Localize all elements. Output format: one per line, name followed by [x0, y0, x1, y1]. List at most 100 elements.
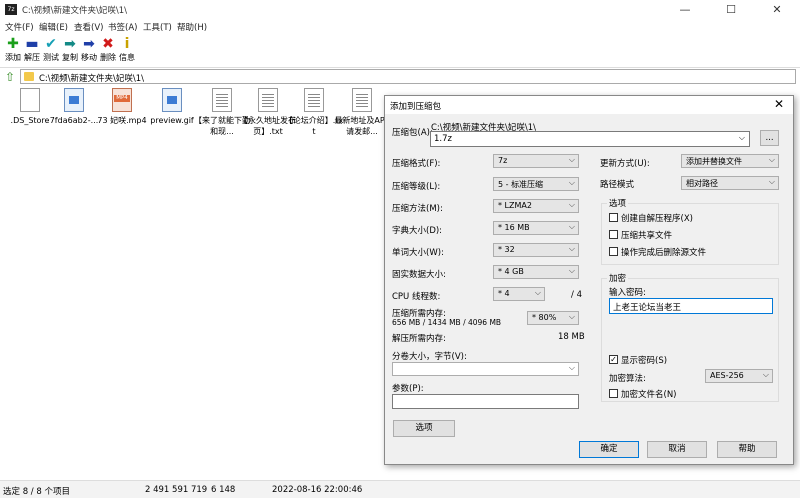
options-group-title: 选项 — [607, 197, 629, 209]
menu-bar: 文件(F) 编辑(E) 查看(V) 书签(A) 工具(T) 帮助(H) — [0, 20, 800, 34]
chevron-down-icon: ⌵ — [768, 177, 775, 186]
image-file-icon — [162, 88, 182, 112]
status-size: 2 491 591 719 — [145, 485, 208, 495]
dict-label: 字典大小(D): — [392, 226, 443, 236]
password-input[interactable]: 上老王论坛当老王 — [609, 298, 773, 314]
level-label: 压缩等级(L): — [392, 182, 441, 192]
menu-view[interactable]: 查看(V) — [74, 21, 103, 33]
up-folder-icon[interactable]: ⇧ — [3, 70, 17, 84]
dialog-close-icon[interactable]: ✕ — [770, 97, 788, 111]
chevron-down-icon: ⌵ — [568, 266, 575, 275]
level-select[interactable]: 5 - 标准压缩 ⌵ — [493, 177, 579, 191]
chevron-down-icon: ⌵ — [568, 363, 575, 372]
text-file-icon — [212, 88, 232, 112]
split-label: 分卷大小，字节(V): — [392, 352, 467, 362]
chevron-down-icon: ⌵ — [568, 312, 575, 321]
path-text: C:\视频\新建文件夹\妃咲\1\ — [39, 74, 145, 84]
show-password-label: 显示密码(S) — [621, 356, 668, 366]
password-label: 输入密码: — [609, 288, 646, 298]
text-file-icon — [304, 88, 324, 112]
toolbar-label: 信息 — [119, 53, 135, 62]
split-select[interactable]: ⌵ — [392, 362, 579, 376]
menu-tools[interactable]: 工具(T) — [143, 21, 172, 33]
word-label: 单词大小(W): — [392, 248, 444, 258]
dialog-title: 添加到压缩包 — [390, 102, 442, 112]
cpu-select[interactable]: * 4 ⌵ — [493, 287, 545, 301]
archive-label: 压缩包(A): — [392, 128, 433, 138]
sfx-label: 创建自解压程序(X) — [621, 214, 693, 224]
mem-decomp-value: 18 MB — [558, 332, 585, 342]
window-title: C:\视频\新建文件夹\妃咲\1\ — [22, 6, 128, 16]
encrypt-names-label: 加密文件名(N) — [621, 390, 677, 400]
options-button[interactable]: 选项 — [393, 420, 455, 437]
image-file-icon — [64, 88, 84, 112]
cpu-max: / 4 — [571, 290, 582, 300]
dict-select[interactable]: * 16 MB ⌵ — [493, 221, 579, 235]
sfx-checkbox[interactable] — [609, 213, 618, 222]
pathmode-select[interactable]: 相对路径 ⌵ — [681, 176, 779, 190]
title-bar: 7z C:\视频\新建文件夹\妃咲\1\ — ☐ ✕ — [0, 0, 800, 20]
text-file-icon — [258, 88, 278, 112]
mem-comp-detail: 656 MB / 1434 MB / 4096 MB — [392, 318, 502, 327]
file-item[interactable]: 最新地址及APP请发邮... — [332, 88, 392, 137]
chevron-down-icon: ⌵ — [568, 244, 575, 253]
method-select[interactable]: * LZMA2 ⌵ — [493, 199, 579, 213]
info-button[interactable]: i 信息 — [116, 36, 138, 63]
info-icon: i — [124, 36, 130, 52]
text-file-icon — [352, 88, 372, 112]
params-input[interactable] — [392, 394, 579, 409]
update-select[interactable]: 添加并替换文件 ⌵ — [681, 154, 779, 168]
file-name: 最新地址及APP请发邮... — [334, 116, 390, 136]
format-label: 压缩格式(F): — [392, 159, 441, 169]
folder-icon — [24, 72, 34, 81]
encrypt-names-checkbox[interactable] — [609, 389, 618, 398]
shared-label: 压缩共享文件 — [621, 231, 673, 241]
enc-method-select[interactable]: AES-256 ⌵ — [705, 369, 773, 383]
chevron-down-icon: ⌵ — [738, 133, 745, 142]
toolbar: ✚ 添加 ▬ 解压 ✔ 测试 ➡ 复制 ➡ 移动 ✖ 删除 i 信息 — [0, 34, 800, 66]
app-icon: 7z — [5, 4, 17, 15]
mem-percent-select[interactable]: * 80% ⌵ — [527, 311, 579, 325]
solid-select[interactable]: * 4 GB ⌵ — [493, 265, 579, 279]
method-label: 压缩方法(M): — [392, 204, 443, 214]
delete-source-checkbox[interactable] — [609, 247, 618, 256]
shared-checkbox[interactable] — [609, 230, 618, 239]
chevron-down-icon: ⌵ — [568, 200, 575, 209]
chevron-down-icon: ⌵ — [762, 370, 769, 379]
add-to-archive-dialog: 添加到压缩包 ✕ 压缩包(A): C:\视频\新建文件夹\妃咲\1\ 1.7z … — [384, 95, 794, 465]
menu-file[interactable]: 文件(F) — [5, 21, 34, 33]
status-selection: 选定 8 / 8 个项目 — [3, 487, 70, 497]
enc-method-label: 加密算法: — [609, 374, 646, 384]
menu-bookmarks[interactable]: 书签(A) — [108, 21, 137, 33]
ok-button[interactable]: 确定 — [579, 441, 639, 458]
menu-edit[interactable]: 编辑(E) — [39, 21, 68, 33]
file-icon — [20, 88, 40, 112]
cancel-button[interactable]: 取消 — [647, 441, 707, 458]
minimize-button[interactable]: — — [662, 0, 708, 20]
cpu-label: CPU 线程数: — [392, 292, 441, 302]
menu-help[interactable]: 帮助(H) — [177, 21, 207, 33]
maximize-button[interactable]: ☐ — [708, 0, 754, 20]
delete-source-label: 操作完成后删除源文件 — [621, 248, 707, 258]
format-select[interactable]: 7z ⌵ — [493, 154, 579, 168]
status-packed: 6 148 — [211, 485, 236, 495]
solid-label: 固实数据大小: — [392, 270, 446, 280]
chevron-down-icon: ⌵ — [568, 178, 575, 187]
status-bar: 选定 8 / 8 个项目 2 491 591 719 6 148 2022-08… — [0, 480, 800, 498]
browse-button[interactable]: ... — [760, 130, 779, 146]
encryption-group-title: 加密 — [607, 272, 629, 284]
path-input[interactable]: C:\视频\新建文件夹\妃咲\1\ — [20, 69, 796, 84]
archive-name-input[interactable]: 1.7z ⌵ — [430, 131, 750, 147]
chevron-down-icon: ⌵ — [568, 222, 575, 231]
status-modified: 2022-08-16 22:00:46 — [272, 485, 363, 495]
dialog-title-bar: 添加到压缩包 ✕ — [385, 96, 793, 114]
word-select[interactable]: * 32 ⌵ — [493, 243, 579, 257]
update-label: 更新方式(U): — [600, 159, 650, 169]
show-password-checkbox[interactable]: ✓ — [609, 355, 618, 364]
chevron-down-icon: ⌵ — [568, 155, 575, 164]
mem-decomp-label: 解压所需内存: — [392, 334, 446, 344]
pathmode-label: 路径模式 — [600, 180, 635, 190]
close-button[interactable]: ✕ — [754, 0, 800, 20]
address-bar: ⇧ C:\视频\新建文件夹\妃咲\1\ — [0, 67, 800, 87]
help-button[interactable]: 帮助 — [717, 441, 777, 458]
